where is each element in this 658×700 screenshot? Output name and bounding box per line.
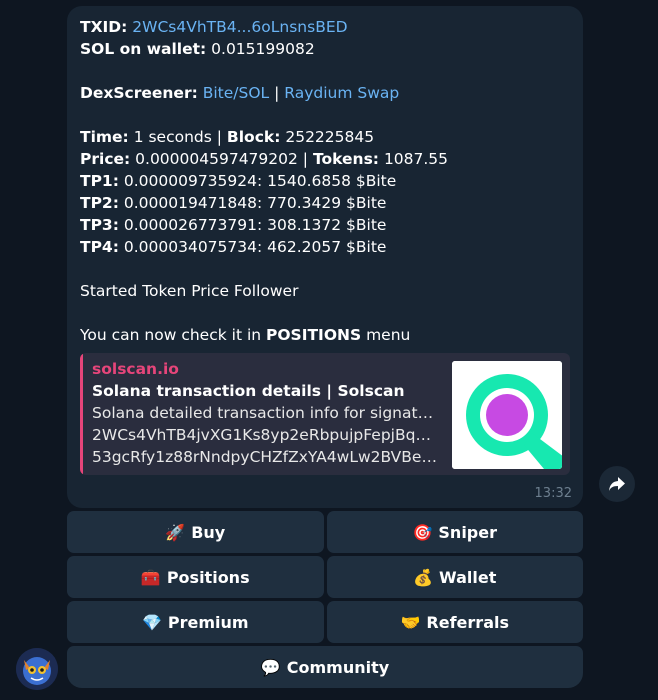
link-preview[interactable]: solscan.io Solana transaction details | … xyxy=(80,353,570,475)
tp1-label: TP1: xyxy=(80,172,119,190)
referrals-label: Referrals xyxy=(426,612,509,632)
rocket-icon: 🚀 xyxy=(165,522,186,542)
bot-avatar[interactable] xyxy=(16,648,58,690)
dex-line: DexScreener: Bite/SOL | Raydium Swap xyxy=(80,82,580,104)
community-label: Community xyxy=(286,657,390,677)
tp2-label: TP2: xyxy=(80,194,119,212)
tp3-value: 0.000026773791: 308.1372 $Bite xyxy=(123,216,387,234)
solscan-logo-icon xyxy=(452,361,562,469)
referrals-button[interactable]: 🤝 Referrals xyxy=(326,601,583,643)
txid-line: TXID: 2WCs4VhTB4...6oLnsnsBED xyxy=(80,16,580,38)
check-line: You can now check it in POSITIONS menu xyxy=(80,324,580,346)
tp4-line: TP4: 0.000034075734: 462.2057 $Bite xyxy=(80,236,580,258)
wallet-label: Wallet xyxy=(439,567,497,587)
preview-desc-1: Solana detailed transaction info for sig… xyxy=(92,404,437,422)
tp4-label: TP4: xyxy=(80,238,119,256)
block-value: 252225845 xyxy=(285,128,375,146)
sniper-button[interactable]: 🎯 Sniper xyxy=(326,511,583,553)
preview-text: solscan.io Solana transaction details | … xyxy=(92,358,437,468)
tp3-line: TP3: 0.000026773791: 308.1372 $Bite xyxy=(80,214,580,236)
tp1-line: TP1: 0.000009735924: 1540.6858 $Bite xyxy=(80,170,580,192)
premium-label: Premium xyxy=(167,612,249,632)
buy-label: Buy xyxy=(191,522,226,542)
money-bag-icon: 💰 xyxy=(413,567,434,587)
started-line: Started Token Price Follower xyxy=(80,282,299,300)
preview-title: Solana transaction details | Solscan xyxy=(92,382,405,400)
time-label: Time: xyxy=(80,128,129,146)
tp3-label: TP3: xyxy=(80,216,119,234)
sol-label: SOL on wallet: xyxy=(80,40,207,58)
preview-accent-bar xyxy=(80,353,83,475)
positions-label: Positions xyxy=(166,567,250,587)
txid-link[interactable]: 2WCs4VhTB4...6oLnsnsBED xyxy=(132,18,347,36)
raydium-swap-link[interactable]: Raydium Swap xyxy=(284,84,399,102)
gem-icon: 💎 xyxy=(141,612,162,632)
community-button[interactable]: 💬 Community xyxy=(67,646,583,688)
check-prefix: You can now check it in xyxy=(80,326,262,344)
time-block-line: Time: 1 seconds | Block: 252225845 xyxy=(80,126,580,148)
wallet-button[interactable]: 💰 Wallet xyxy=(326,556,583,598)
share-button[interactable] xyxy=(599,466,635,502)
handshake-icon: 🤝 xyxy=(400,612,421,632)
premium-button[interactable]: 💎 Premium xyxy=(67,601,324,643)
preview-site: solscan.io xyxy=(92,360,179,378)
dex-label: DexScreener: xyxy=(80,84,198,102)
message-time: 13:32 xyxy=(534,486,572,501)
inline-keyboard: 🚀 Buy 🎯 Sniper 🧰 Positions 💰 Wallet 💎 Pr… xyxy=(67,511,583,691)
positions-bold: POSITIONS xyxy=(266,326,362,344)
speech-bubble-icon: 💬 xyxy=(260,657,281,677)
price-tokens-line: Price: 0.000004597479202 | Tokens: 1087.… xyxy=(80,148,580,170)
txid-label: TXID: xyxy=(80,18,128,36)
tp4-value: 0.000034075734: 462.2057 $Bite xyxy=(123,238,387,256)
price-label: Price: xyxy=(80,150,131,168)
tp2-line: TP2: 0.000019471848: 770.3429 $Bite xyxy=(80,192,580,214)
tokens-value: 1087.55 xyxy=(383,150,449,168)
sol-value: 0.015199082 xyxy=(211,40,315,58)
buy-button[interactable]: 🚀 Buy xyxy=(67,511,324,553)
toolbox-icon: 🧰 xyxy=(140,567,161,587)
dex-separator: | xyxy=(274,84,280,102)
message-bubble: TXID: 2WCs4VhTB4...6oLnsnsBED SOL on wal… xyxy=(67,6,583,508)
time-value: 1 seconds | xyxy=(133,128,222,146)
share-arrow-icon xyxy=(609,477,625,491)
tokens-label: Tokens: xyxy=(312,150,379,168)
sol-line: SOL on wallet: 0.015199082 xyxy=(80,38,580,60)
tp1-value: 0.000009735924: 1540.6858 $Bite xyxy=(123,172,397,190)
block-label: Block: xyxy=(226,128,281,146)
price-value: 0.000004597479202 | xyxy=(135,150,309,168)
positions-button[interactable]: 🧰 Positions xyxy=(67,556,324,598)
preview-desc-2: 2WCs4VhTB4jvXG1Ks8yp2eRbpujpFepjBqhrMY xyxy=(92,426,437,444)
tp2-value: 0.000019471848: 770.3429 $Bite xyxy=(123,194,387,212)
check-suffix: menu xyxy=(366,326,411,344)
dex-pair-link[interactable]: Bite/SOL xyxy=(203,84,269,102)
chat-view: TXID: 2WCs4VhTB4...6oLnsnsBED SOL on wal… xyxy=(0,0,658,700)
sniper-label: Sniper xyxy=(438,522,497,542)
target-icon: 🎯 xyxy=(412,522,433,542)
message-text: TXID: 2WCs4VhTB4...6oLnsnsBED SOL on wal… xyxy=(80,16,580,346)
preview-desc-3: 53gcRfy1z88rNndpyCHZfZxYA4wLw2BVBeddL... xyxy=(92,448,437,466)
